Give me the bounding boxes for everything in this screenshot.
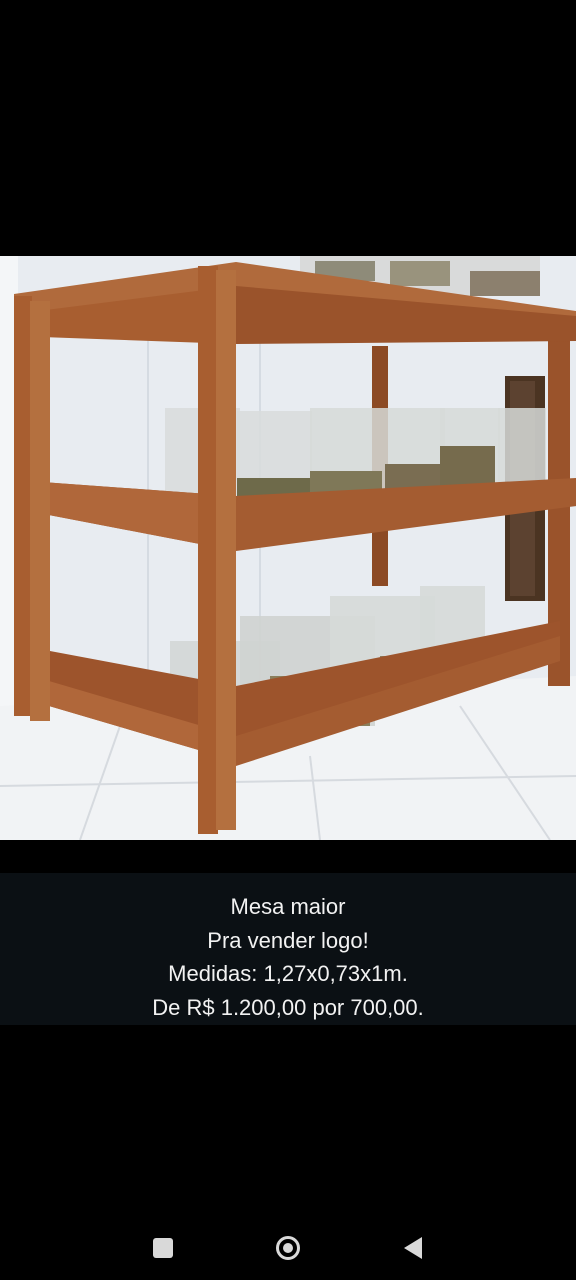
caption-price: De R$ 1.200,00 por 700,00.	[152, 994, 424, 1020]
caption-urgency: Pra vender logo!	[207, 927, 369, 953]
shelf-table-image	[0, 256, 576, 840]
recents-button[interactable]	[147, 1232, 179, 1264]
square-recents-icon	[153, 1238, 173, 1258]
back-button[interactable]	[397, 1232, 429, 1264]
caption-dimensions: Medidas: 1,27x0,73x1m.	[168, 961, 408, 986]
product-photo[interactable]	[0, 256, 576, 840]
triangle-back-icon	[404, 1237, 422, 1259]
caption-title: Mesa maior	[230, 894, 346, 919]
circle-home-icon	[276, 1236, 300, 1260]
post-caption: Mesa maior Pra vender logo! Medidas: 1,2…	[0, 890, 576, 1024]
home-button[interactable]	[272, 1232, 304, 1264]
